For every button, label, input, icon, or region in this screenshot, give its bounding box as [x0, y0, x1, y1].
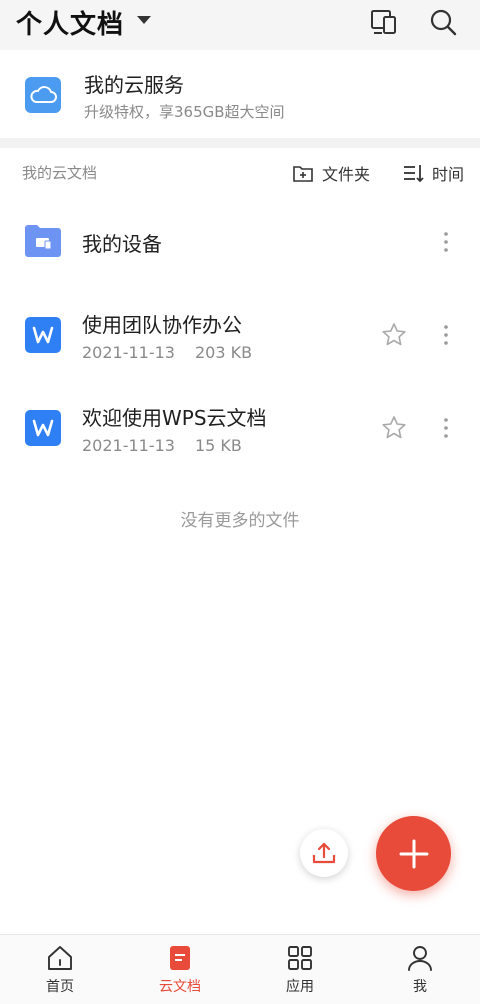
- home-icon: [48, 946, 72, 970]
- file-meta: 2021-11-13 15 KB: [82, 436, 242, 455]
- apps-grid-icon: [288, 946, 312, 970]
- user-icon: [408, 946, 432, 971]
- top-bar: 个人文档: [0, 0, 480, 50]
- list-item-my-devices[interactable]: 我的设备: [0, 200, 480, 284]
- sort-icon: [404, 165, 424, 183]
- nav-label: 应用: [286, 979, 314, 995]
- search-icon[interactable]: [428, 7, 458, 37]
- wps-doc-icon: [25, 410, 61, 446]
- upload-icon: [312, 842, 336, 864]
- file-date: 2021-11-13: [82, 343, 175, 362]
- cloud-doc-icon: [170, 946, 190, 970]
- nav-label: 云文档: [159, 979, 201, 995]
- nav-item-home[interactable]: 首页: [0, 935, 120, 1004]
- nav-item-cloud-docs[interactable]: 云文档: [120, 935, 240, 1004]
- list-item-file[interactable]: 欢迎使用WPS云文档 2021-11-13 15 KB: [0, 385, 480, 471]
- more-options-icon[interactable]: [440, 324, 452, 346]
- plus-icon: [399, 839, 428, 868]
- more-options-icon[interactable]: [440, 417, 452, 439]
- sort-button[interactable]: 时间: [402, 160, 464, 186]
- nav-item-apps[interactable]: 应用: [240, 935, 360, 1004]
- file-title: 我的设备: [82, 232, 162, 256]
- wps-doc-icon: [25, 317, 61, 353]
- cloud-service-subtitle: 升级特权，享365GB超大空间: [84, 103, 285, 121]
- star-icon[interactable]: [381, 322, 407, 348]
- star-icon[interactable]: [381, 415, 407, 441]
- page-title[interactable]: 个人文档: [16, 4, 124, 41]
- section-header: 我的云文档 文件夹 时间: [0, 150, 480, 196]
- section-label: 我的云文档: [22, 164, 98, 182]
- new-folder-label: 文件夹: [322, 165, 371, 184]
- create-new-button[interactable]: [376, 816, 451, 891]
- chevron-down-icon[interactable]: [137, 16, 151, 24]
- cloud-service-title: 我的云服务: [84, 73, 184, 97]
- cloud-service-banner[interactable]: 我的云服务 升级特权，享365GB超大空间: [0, 52, 480, 138]
- nav-label: 我: [413, 979, 427, 995]
- add-folder-icon: [293, 166, 313, 182]
- upload-button[interactable]: [300, 829, 348, 877]
- section-divider: [0, 138, 480, 148]
- new-folder-button[interactable]: 文件夹: [292, 160, 370, 186]
- nav-label: 首页: [46, 979, 74, 995]
- device-folder-icon: [25, 225, 61, 257]
- nav-item-me[interactable]: 我: [360, 935, 480, 1004]
- file-title: 使用团队协作办公: [82, 313, 242, 337]
- cloud-icon: [25, 77, 61, 113]
- file-date: 2021-11-13: [82, 436, 175, 455]
- end-of-list-message: 没有更多的文件: [180, 511, 300, 531]
- list-item-file[interactable]: 使用团队协作办公 2021-11-13 203 KB: [0, 292, 480, 378]
- more-options-icon[interactable]: [440, 231, 452, 253]
- app-root: 个人文档 我的云服务 升级特权，享365GB超大空间 我的云文档 文件夹 时间 …: [0, 0, 480, 1004]
- file-size: 15 KB: [194, 436, 242, 455]
- sort-label: 时间: [432, 165, 465, 184]
- bottom-nav: 首页 云文档 应用 我: [0, 934, 480, 1004]
- file-size: 203 KB: [194, 343, 253, 362]
- devices-icon[interactable]: [369, 7, 399, 37]
- file-meta: 2021-11-13 203 KB: [82, 343, 252, 362]
- file-title: 欢迎使用WPS云文档: [82, 406, 267, 430]
